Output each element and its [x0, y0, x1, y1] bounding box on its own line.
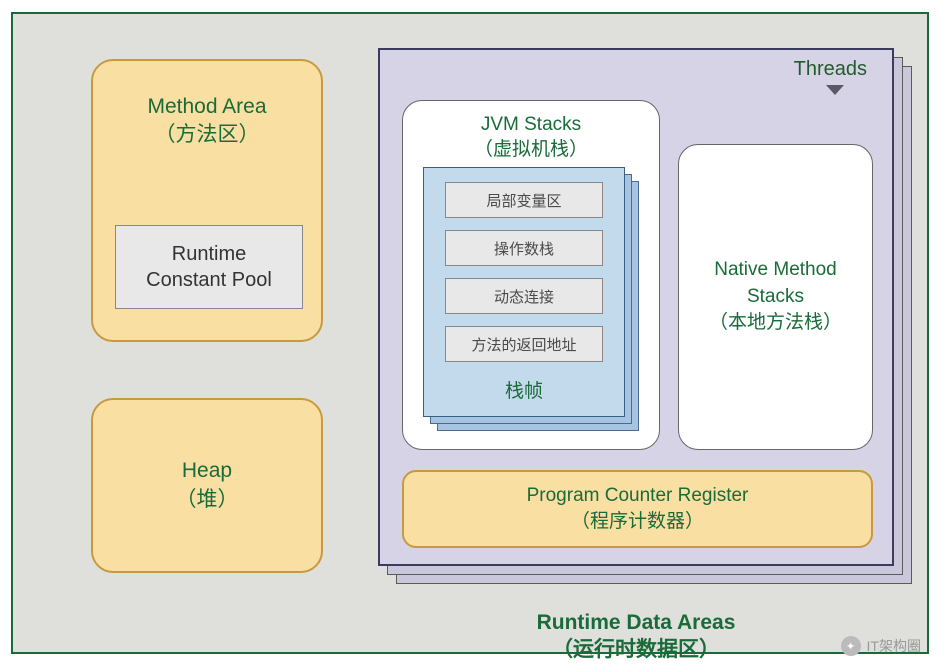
- threads-label: Threads: [794, 58, 867, 81]
- method-area-box: Method Area （方法区） Runtime Constant Pool: [91, 59, 323, 342]
- rda-title-en: Runtime Data Areas: [537, 611, 736, 634]
- watermark: ✦ IT架构圈: [841, 636, 921, 656]
- jvm-stacks-title-cn: （虚拟机栈）: [474, 139, 588, 160]
- threads-box: Threads JVM Stacks （虚拟机栈） 局部变量区 操作数栈 动态连…: [378, 48, 894, 566]
- heap-title: Heap （堆）: [176, 457, 239, 514]
- native-title-en: Native Method Stacks: [714, 259, 837, 307]
- pc-title-en: Program Counter Register: [527, 485, 749, 506]
- jvm-stacks-title: JVM Stacks （虚拟机栈）: [403, 113, 659, 162]
- method-area-title-en: Method Area: [147, 95, 266, 118]
- frame-item-return-address: 方法的返回地址: [445, 326, 603, 362]
- heap-title-en: Heap: [182, 459, 232, 482]
- frame-item-operand-stack: 操作数栈: [445, 230, 603, 266]
- frame-item-dynamic-linking: 动态连接: [445, 278, 603, 314]
- watermark-text: IT架构圈: [867, 636, 921, 656]
- jvm-stacks-box: JVM Stacks （虚拟机栈） 局部变量区 操作数栈 动态连接 方法的返回地…: [402, 100, 660, 450]
- rda-title-cn: （运行时数据区）: [552, 638, 720, 661]
- runtime-data-areas-title: Runtime Data Areas （运行时数据区）: [358, 609, 914, 664]
- runtime-data-areas-container: Method Area （方法区） Runtime Constant Pool …: [11, 12, 929, 654]
- heap-title-cn: （堆）: [176, 488, 239, 511]
- wechat-icon: ✦: [841, 636, 861, 656]
- program-counter-register-box: Program Counter Register （程序计数器）: [402, 470, 873, 548]
- pc-title-cn: （程序计数器）: [571, 511, 704, 532]
- method-area-title: Method Area （方法区）: [93, 93, 321, 150]
- heap-box: Heap （堆）: [91, 398, 323, 573]
- method-area-title-cn: （方法区）: [155, 123, 260, 146]
- stack-frame-box: 局部变量区 操作数栈 动态连接 方法的返回地址 栈帧: [423, 167, 625, 417]
- native-stacks-title: Native Method Stacks （本地方法栈）: [709, 257, 842, 337]
- rcp-label: Runtime Constant Pool: [146, 241, 272, 293]
- jvm-stacks-title-en: JVM Stacks: [481, 114, 581, 135]
- pc-register-title: Program Counter Register （程序计数器）: [527, 483, 749, 534]
- frame-item-local-vars: 局部变量区: [445, 182, 603, 218]
- stack-frame-label: 栈帧: [424, 376, 624, 403]
- chevron-down-icon: [826, 85, 844, 95]
- runtime-constant-pool-box: Runtime Constant Pool: [115, 225, 303, 309]
- native-method-stacks-box: Native Method Stacks （本地方法栈）: [678, 144, 873, 450]
- native-title-cn: （本地方法栈）: [709, 312, 842, 333]
